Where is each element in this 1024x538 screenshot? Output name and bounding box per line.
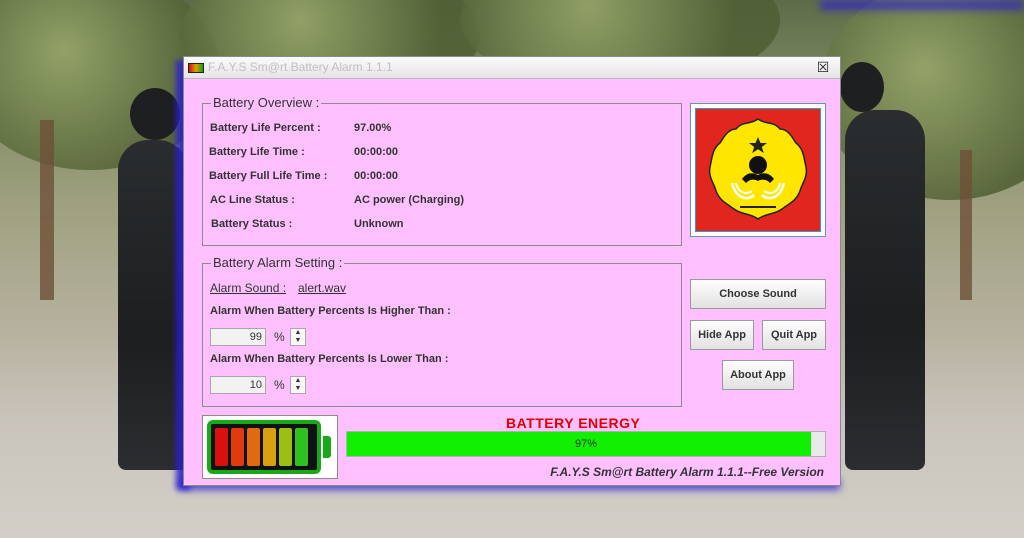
emblem-icon [708,118,808,220]
window-title: F.A.Y.S Sm@rt Battery Alarm 1.1.1 [208,60,393,74]
battery-life-percent-label: Battery Life Percent : [210,122,321,134]
battery-overview-title: Battery Overview : [211,95,322,110]
ac-line-status-label: AC Line Status : [210,194,295,206]
battery-overview-group: Battery Overview : Battery Life Percent … [202,95,682,246]
about-app-button[interactable]: About App [722,360,794,390]
lower-than-label: Alarm When Battery Percents Is Lower Tha… [210,353,449,365]
alarm-sound-file: alert.wav [298,281,347,295]
battery-image [202,415,338,479]
higher-than-label: Alarm When Battery Percents Is Higher Th… [210,305,451,317]
battery-status-label: Battery Status : [211,218,293,230]
ac-line-status-value: AC power (Charging) [354,194,464,206]
battery-status-value: Unknown [354,218,404,230]
battery-life-percent-value: 97.00% [354,122,392,134]
lower-percent-sign: % [274,378,285,392]
quit-app-button[interactable]: Quit App [762,320,826,350]
hide-app-button[interactable]: Hide App [690,320,754,350]
app-window: F.A.Y.S Sm@rt Battery Alarm 1.1.1 ☒ Batt… [183,56,841,486]
battery-alarm-setting-group: Battery Alarm Setting : Alarm Sound : al… [202,255,682,407]
lower-percent-field[interactable]: 10 [210,376,266,394]
higher-percent-sign: % [274,330,285,344]
battery-energy-title: BATTERY ENERGY [506,415,641,431]
title-bar[interactable]: F.A.Y.S Sm@rt Battery Alarm 1.1.1 ☒ [184,57,840,79]
close-button[interactable]: ☒ [816,60,830,74]
progress-text: 97% [574,438,598,450]
university-logo [690,103,826,237]
battery-icon [207,420,321,474]
lower-percent-stepper[interactable]: ▲ ▼ [290,376,306,394]
battery-full-life-time-label: Battery Full Life Time : [209,170,328,182]
battery-life-time-label: Battery Life Time : [209,146,305,158]
battery-alarm-setting-title: Battery Alarm Setting : [211,255,345,270]
battery-full-life-time-value: 00:00:00 [354,170,399,182]
battery-app-icon [188,63,204,73]
choose-sound-button[interactable]: Choose Sound [690,279,826,309]
higher-percent-stepper[interactable]: ▲ ▼ [290,328,306,346]
battery-life-time-value: 00:00:00 [354,146,399,158]
battery-energy-progress: 97% [346,431,826,457]
alarm-sound-label: Alarm Sound : [210,281,287,295]
higher-percent-field[interactable]: 99 [210,328,266,346]
version-label: F.A.Y.S Sm@rt Battery Alarm 1.1.1--Free … [550,465,824,479]
